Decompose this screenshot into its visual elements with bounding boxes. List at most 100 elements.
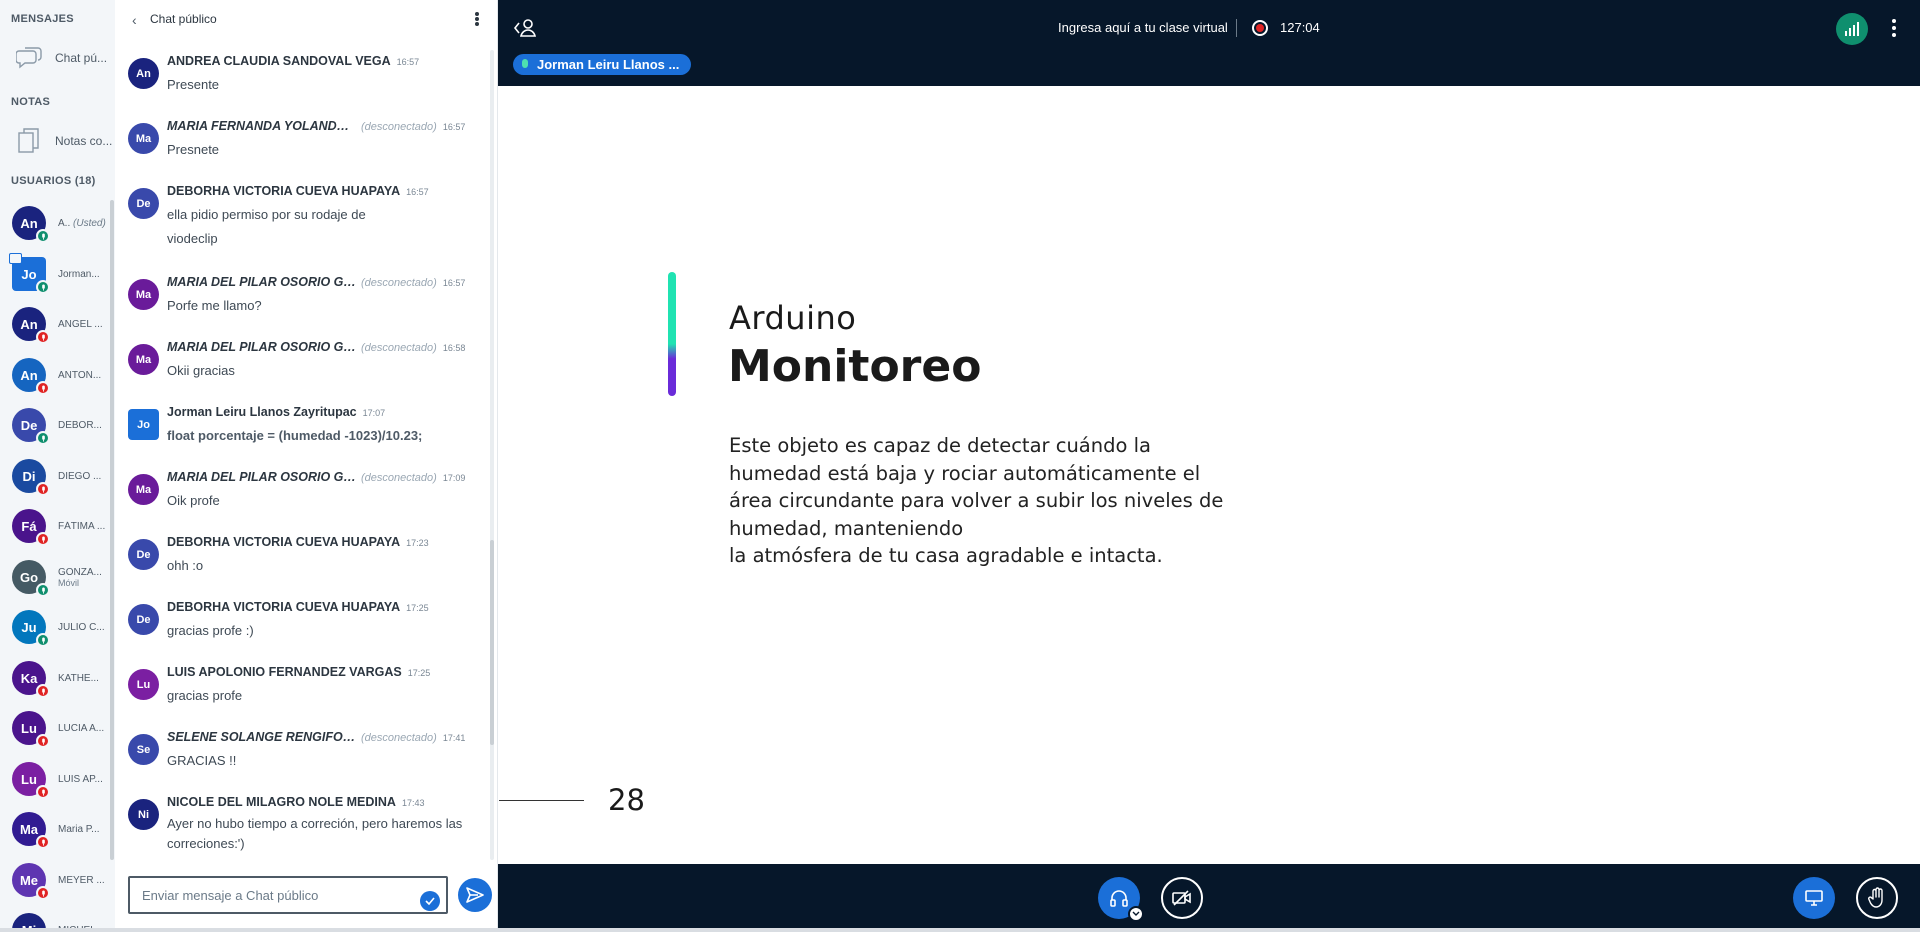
avatar: Lu <box>128 669 159 700</box>
user-name: ANTON... <box>58 370 112 381</box>
user-device-label: Móvil <box>58 577 80 588</box>
message-sender: NICOLE DEL MILAGRO NOLE MEDINA <box>167 795 396 809</box>
avatar: Se <box>128 734 159 765</box>
screen-share-button[interactable] <box>1793 877 1835 919</box>
user-name-text: Maria P... <box>58 823 100 835</box>
disconnected-label: (desconectado) <box>361 121 437 133</box>
notes-section-title: NOTAS <box>11 96 51 108</box>
public-chat-label: Chat pú... <box>55 51 108 65</box>
message-text: Ayer no hubo tiempo a correción, pero ha… <box>167 816 463 851</box>
user-name-text: GONZA... <box>58 566 102 578</box>
mic-on-icon <box>36 583 50 597</box>
mic-off-icon <box>36 330 50 344</box>
user-list-item[interactable]: An ANTON... <box>12 353 112 397</box>
window-bottom-border <box>0 928 1920 932</box>
chat-title[interactable]: Chat público <box>150 12 217 26</box>
message-sender: LUIS APOLONIO FERNANDEZ VARGAS <box>167 665 402 679</box>
user-list-item[interactable]: An A.. (Usted) <box>12 201 112 245</box>
chat-panel: ‹ Chat público An ANDREA CLAUDIA SANDOVAL… <box>115 0 498 932</box>
user-name: LUCIA A... <box>58 723 112 734</box>
shared-notes-item[interactable]: Notas co... <box>14 124 114 158</box>
record-icon[interactable] <box>1252 20 1268 36</box>
user-name: Maria P... <box>58 824 112 835</box>
talking-indicator[interactable]: Jorman Leiru Llanos ... <box>513 54 691 75</box>
avatar: Ma <box>128 474 159 505</box>
mic-on-icon <box>36 229 50 243</box>
message-sender: DEBORHA VICTORIA CUEVA HUAPAYA <box>167 535 401 549</box>
chevron-down-icon[interactable] <box>1128 906 1144 922</box>
chat-scrollbar[interactable] <box>490 50 494 860</box>
message-text: gracias profe :) <box>167 623 254 638</box>
chevron-left-icon[interactable]: ‹ <box>132 12 137 28</box>
user-name-text: ANTON... <box>58 369 102 381</box>
send-button[interactable] <box>458 878 492 912</box>
message-text: Presnete <box>167 142 220 157</box>
options-menu-icon[interactable] <box>1891 19 1897 37</box>
audio-button[interactable] <box>1098 877 1144 922</box>
user-name: ANGEL ... <box>58 319 112 330</box>
user-name: Jorman... <box>58 269 112 280</box>
user-name: GONZA... Móvil <box>58 567 112 588</box>
chat-options-icon[interactable] <box>472 9 482 29</box>
you-tag: (Usted) <box>73 217 106 229</box>
mic-off-icon <box>36 381 50 395</box>
user-list-item[interactable]: Ka KATHE... <box>12 656 112 700</box>
avatar-initials: Ka <box>20 670 38 686</box>
user-name: A.. (Usted) <box>58 218 112 229</box>
user-list-scrollbar[interactable] <box>110 200 114 860</box>
user-back-icon[interactable] <box>513 17 537 39</box>
user-list-item[interactable]: De DEBOR... <box>12 403 112 447</box>
presentation-stage: Ingresa aquí a tu clase virtual 127:04 J… <box>498 0 1920 932</box>
user-list-item[interactable]: Di DIEGO ... <box>12 454 112 498</box>
avatar: Go <box>12 560 50 597</box>
user-list-item[interactable]: Ju JULIO C... <box>12 605 112 649</box>
message-sender: MARIA FERNANDA YOLANDA T... <box>167 119 357 133</box>
disconnected-label: (desconectado) <box>361 732 437 744</box>
user-name-text: LUCIA A... <box>58 722 105 734</box>
user-list-item[interactable]: Go GONZA... Móvil <box>12 555 112 599</box>
message-header: ANDREA CLAUDIA SANDOVAL VEGA 16:57 <box>167 54 419 68</box>
message-sender: DEBORHA VICTORIA CUEVA HUAPAYA <box>167 600 401 614</box>
slide-body: Este objeto es capaz de detectar cuándo … <box>729 432 1249 570</box>
message-sender: MARIA DEL PILAR OSORIO GAL... <box>167 470 357 484</box>
avatar-initials: Lu <box>21 720 37 736</box>
mic-off-icon <box>36 684 50 698</box>
avatar: An <box>12 358 50 395</box>
signal-bars-icon[interactable] <box>1836 13 1868 45</box>
chat-scrollbar-thumb[interactable] <box>490 540 494 745</box>
user-name-text: DEBOR... <box>58 419 102 431</box>
public-chat-item[interactable]: Chat pú... <box>14 41 114 75</box>
check-icon <box>420 891 440 911</box>
raise-hand-button[interactable] <box>1856 877 1898 919</box>
avatar: Ma <box>128 279 159 310</box>
avatar: Ma <box>12 812 50 849</box>
avatar-initials: An <box>20 367 38 383</box>
user-name-text: JULIO C... <box>58 621 105 633</box>
mic-on-icon <box>36 431 50 445</box>
slide-footer-line <box>499 800 584 801</box>
user-list-item[interactable]: Fá FÁTIMA ... <box>12 504 112 548</box>
message-header: MARIA FERNANDA YOLANDA T... (desconectado… <box>167 119 465 133</box>
message-time: 17:25 <box>406 603 429 613</box>
notes-icon <box>14 126 44 156</box>
user-list-item[interactable]: Ma Maria P... <box>12 807 112 851</box>
avatar: Di <box>12 459 50 496</box>
message-header: DEBORHA VICTORIA CUEVA HUAPAYA 17:23 <box>167 535 429 549</box>
user-list-item[interactable]: Me MEYER ... <box>12 858 112 902</box>
chat-bubble-icon <box>14 43 44 73</box>
message-time: 16:57 <box>406 187 429 197</box>
user-list-item[interactable]: Lu LUCIA A... <box>12 706 112 750</box>
user-list-item[interactable]: Lu LUIS AP... <box>12 757 112 801</box>
avatar: De <box>128 539 159 570</box>
chat-message-input[interactable] <box>130 878 415 912</box>
user-name: KATHE... <box>58 673 112 684</box>
user-list-item[interactable]: An ANGEL ... <box>12 302 112 346</box>
video-button[interactable] <box>1161 877 1203 919</box>
disconnected-label: (desconectado) <box>361 472 437 484</box>
recording-time: 127:04 <box>1280 20 1320 35</box>
avatar: Lu <box>12 762 50 799</box>
message-sender: MARIA DEL PILAR OSORIO GAL... <box>167 340 357 354</box>
message-header: DEBORHA VICTORIA CUEVA HUAPAYA 16:57 <box>167 184 429 198</box>
navbar-divider <box>1236 19 1237 37</box>
user-list-item[interactable]: Jo Jorman... <box>9 252 112 296</box>
